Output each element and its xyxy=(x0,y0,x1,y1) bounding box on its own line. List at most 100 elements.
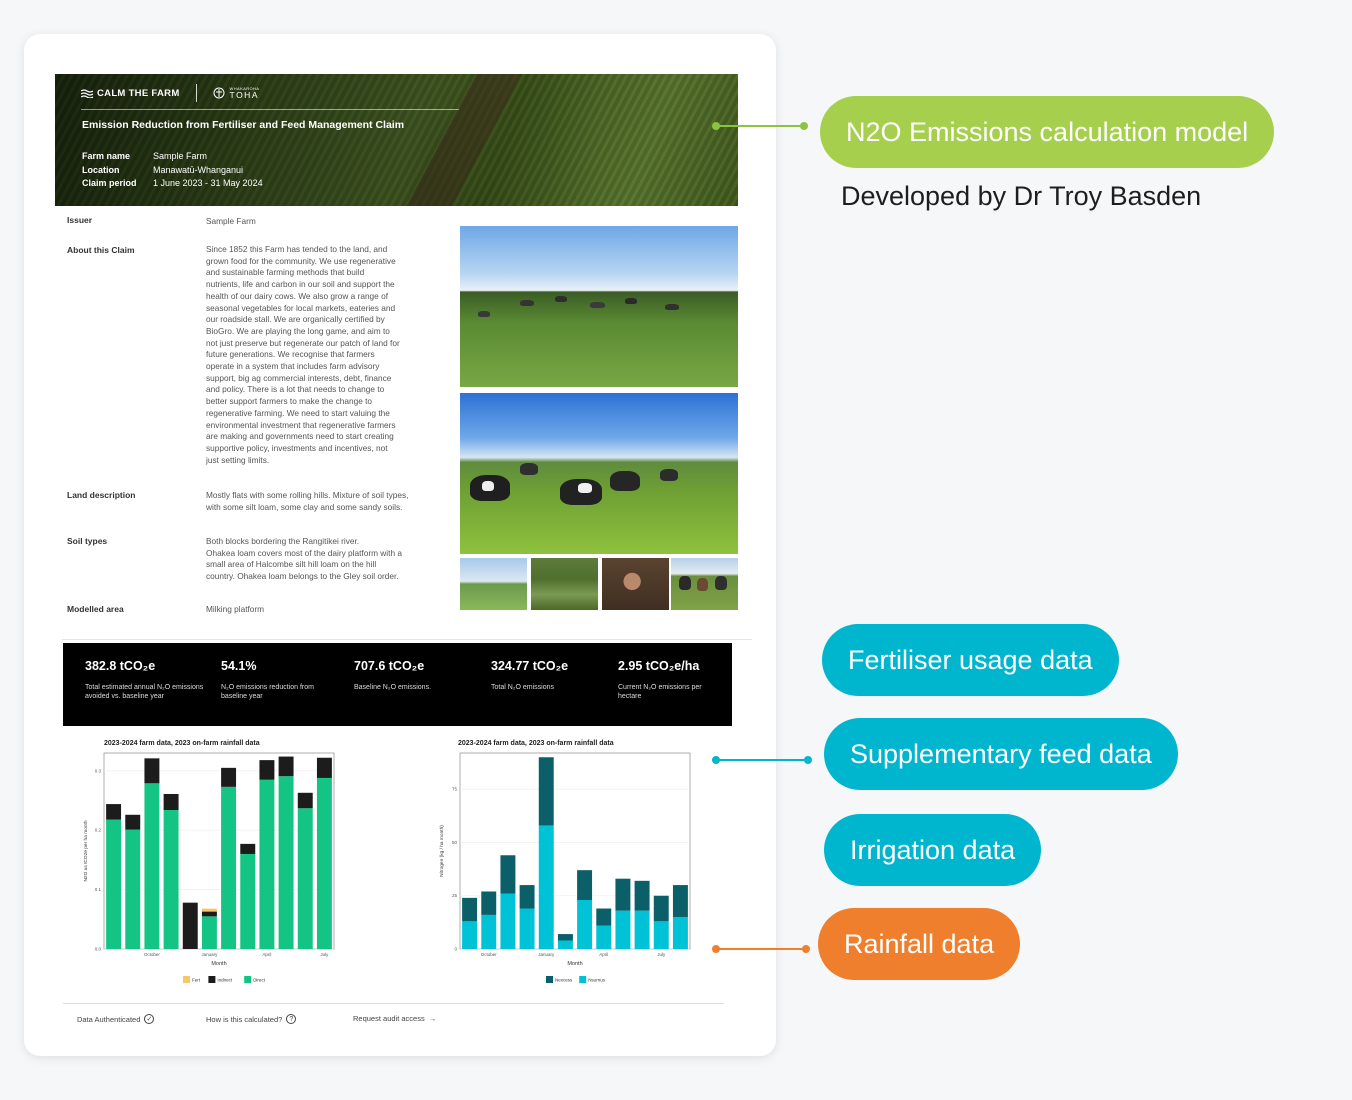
meta-label: Farm name xyxy=(82,151,131,161)
chart-2-title: 2023-2024 farm data, 2023 on-farm rainfa… xyxy=(458,740,614,747)
irrigation-data-pill: Irrigation data xyxy=(824,814,1042,886)
legend-swatch xyxy=(208,976,216,983)
bar-nexcess xyxy=(538,757,554,826)
claim-meta: Farm name Sample Farm Location Manawatū-Wh… xyxy=(82,150,263,191)
stat-value: 2.95 tCO₂e/ha xyxy=(618,659,700,673)
bar-indirect xyxy=(221,767,237,787)
about-line: are making and governments need to start… xyxy=(206,431,394,442)
x-axis-title: Month xyxy=(567,961,582,967)
rainfall-data-pill: Rainfall data xyxy=(818,908,1021,980)
thumbnail-soil[interactable] xyxy=(602,558,669,610)
meta-row-location: Location Manawatū-Whanganui xyxy=(82,164,263,178)
bar-indirect xyxy=(240,843,256,854)
about-text: Since 1852 this Farm has tended to the l… xyxy=(206,244,442,466)
soil-line: small area of Halcombe silt hill loam on… xyxy=(206,559,377,570)
toha-name: TOHA xyxy=(229,89,259,100)
about-line: just setting limits. xyxy=(206,454,270,465)
brand-logo-text: CALM THE FARM xyxy=(97,87,180,99)
about-label: About this Claim xyxy=(67,245,135,255)
bar-nsurnus xyxy=(634,910,650,949)
legend-swatch xyxy=(183,976,190,983)
footer-divider xyxy=(63,1003,724,1004)
bar-nexcess xyxy=(481,891,497,915)
about-line: future generations. We recognise that fa… xyxy=(206,349,375,360)
bar-nexcess xyxy=(596,908,612,926)
bar-nexcess xyxy=(462,897,478,922)
toha-logo: WHAKAROHA TOHA xyxy=(213,86,260,100)
about-line: better support farmers to make the chang… xyxy=(206,396,373,407)
legend-label: Nsurnus xyxy=(588,978,606,983)
bar-nexcess xyxy=(634,880,650,911)
soil-label: Soil types xyxy=(67,536,108,546)
hero-divider xyxy=(81,109,459,110)
meta-row-claim-period: Claim period 1 June 2023 - 31 May 2024 xyxy=(82,177,263,191)
farm-photo-paddock xyxy=(460,226,738,387)
about-line: supportive policy, investments and incen… xyxy=(206,442,388,453)
y-tick-label: 0.0 xyxy=(95,947,102,952)
calm-the-farm-logo: CALM THE FARM xyxy=(81,88,180,99)
bar-nsurnus xyxy=(615,910,631,949)
bar-direct xyxy=(297,808,313,949)
bar-indirect xyxy=(163,793,179,811)
about-line: support, big ag commercial interests, de… xyxy=(206,372,392,383)
stat-value: 382.8 tCO₂e xyxy=(85,659,156,673)
y-tick-label: 0.1 xyxy=(95,887,102,892)
bar-nsurnus xyxy=(462,921,478,949)
bar-direct xyxy=(278,776,294,949)
thumbnail-pasture[interactable] xyxy=(531,558,598,610)
bar-fert xyxy=(201,908,217,912)
model-pill: N2O Emissions calculation model xyxy=(820,96,1275,168)
claim-title: Emission Reduction from Fertiliser and F… xyxy=(82,119,405,131)
bar-indirect xyxy=(316,757,332,778)
bar-direct xyxy=(144,783,160,949)
stat-value: 707.6 tCO₂e xyxy=(354,659,425,673)
x-tick-label: October xyxy=(144,952,161,957)
bar-nexcess xyxy=(519,885,535,909)
bar-indirect xyxy=(125,814,141,830)
bar-direct xyxy=(259,779,275,949)
bar-nexcess xyxy=(653,895,669,922)
about-line: Since 1852 this Farm has tended to the l… xyxy=(206,244,388,254)
supplementary-feed-pill: Supplementary feed data xyxy=(824,718,1178,790)
about-line: BioGro. We are playing the long game, an… xyxy=(206,325,390,336)
x-tick-label: July xyxy=(657,952,666,957)
request-audit-link[interactable]: Request audit access → xyxy=(353,1014,436,1023)
stat-value: 324.77 tCO₂e xyxy=(491,659,569,673)
land-line: with some silt loam, some clay and some … xyxy=(206,501,403,512)
bar-nsurnus xyxy=(577,900,593,949)
bar-indirect xyxy=(259,760,275,780)
legend-swatch xyxy=(579,976,587,983)
x-tick-label: January xyxy=(201,952,218,957)
how-calculated-label: How is this calculated? xyxy=(206,1014,283,1024)
brand-row: CALM THE FARM WHAKAROHA TOHA xyxy=(81,84,259,102)
about-line: environmental investment that regenerati… xyxy=(206,419,396,430)
meta-label: Claim period xyxy=(82,178,137,188)
stat-description: N₂O emissions reduction from baseline ye… xyxy=(221,684,314,700)
bar-direct xyxy=(201,916,217,949)
model-connector-end-dot xyxy=(800,122,808,130)
chart-n2o-emissions: 0.0 0.1 0.2 0.3 October January April July Month… xyxy=(83,752,335,983)
stat-description: Baseline N₂O emissions. xyxy=(354,684,432,691)
thumbnail-calves[interactable] xyxy=(671,558,738,610)
brand-divider xyxy=(195,84,197,102)
data-authenticated-link[interactable]: Data Authenticated ✓ xyxy=(77,1014,155,1024)
how-calculated-link[interactable]: How is this calculated? ? xyxy=(206,1014,297,1024)
issuer-value: Sample Farm xyxy=(206,216,256,226)
area-label: Modelled area xyxy=(67,604,124,614)
claim-hero-banner: CALM THE FARM WHAKAROHA TOHA Emission Re… xyxy=(55,74,738,206)
y-tick-label: 0 xyxy=(454,947,457,952)
land-text: Mostly flats with some rolling hills. Mi… xyxy=(206,490,442,513)
waves-icon xyxy=(81,88,93,98)
feed-connector-line xyxy=(716,759,808,761)
bar-indirect xyxy=(297,792,313,809)
about-line: not just preserve but regenerate our pat… xyxy=(206,337,400,348)
legend-swatch xyxy=(546,976,553,983)
bar-nsurnus xyxy=(500,893,516,949)
meta-label: Location xyxy=(82,164,120,175)
emissions-stats-banner: 382.8 tCO₂e Total estimated annual N₂O e… xyxy=(63,643,732,726)
x-tick-label: October xyxy=(481,952,498,957)
legend-label: Direct xyxy=(253,978,266,983)
about-line: seasonal vegetables for local markets, e… xyxy=(206,302,396,313)
thumbnail-field[interactable] xyxy=(460,558,527,610)
bar-direct xyxy=(316,777,332,949)
